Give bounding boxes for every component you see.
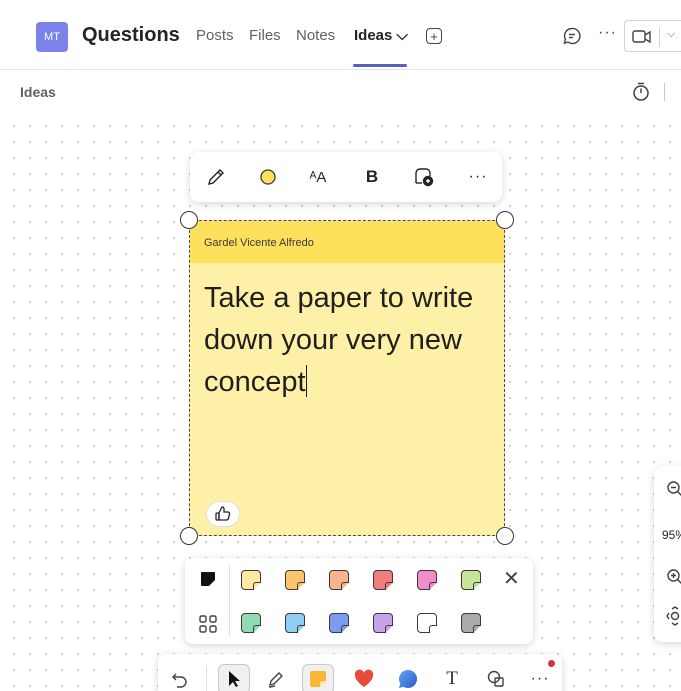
note-text-content[interactable]: Take a paper to write down your very new… <box>204 282 473 398</box>
zoom-controls: 95% <box>654 466 681 642</box>
sticky-note-black-icon[interactable] <box>199 570 217 593</box>
select-tool-button[interactable] <box>218 664 250 691</box>
channel-title: Questions <box>82 24 180 46</box>
resize-handle-top-right[interactable] <box>496 211 514 229</box>
fit-to-screen-icon[interactable] <box>666 606 681 631</box>
swatch-fold-corner <box>341 582 349 590</box>
active-tab-indicator <box>353 64 407 67</box>
text-caret <box>305 365 307 397</box>
swatch-fold-corner <box>473 582 481 590</box>
note-format-toolbar: ᴬA B ··· <box>190 152 502 202</box>
swatch-fold-corner <box>385 625 393 633</box>
shapes-icon[interactable] <box>480 664 512 691</box>
comment-bubble-icon[interactable] <box>392 664 424 691</box>
palette-divider <box>229 566 230 636</box>
notification-dot <box>548 660 555 667</box>
whiteboard-header: Ideas <box>0 70 681 114</box>
swatch-fold-corner <box>385 582 393 590</box>
note-color-palette: ✕ <box>185 558 533 644</box>
resize-handle-top-left[interactable] <box>180 211 198 229</box>
thumbs-up-icon <box>215 506 231 521</box>
swatch-fold-corner <box>253 582 261 590</box>
reactions-heart-icon[interactable] <box>348 664 380 691</box>
channel-avatar[interactable]: MT <box>36 22 68 52</box>
zoom-level: 95% <box>662 528 681 542</box>
add-tab-button[interactable]: + <box>426 28 442 44</box>
undo-icon[interactable] <box>164 664 196 691</box>
whiteboard-title: Ideas <box>20 84 56 100</box>
swatch-fold-corner <box>253 625 261 633</box>
bold-button[interactable]: B <box>360 166 384 188</box>
more-tools-button[interactable]: ··· <box>524 664 556 691</box>
pen-icon[interactable] <box>204 166 228 188</box>
sticky-note-tool-button[interactable] <box>302 664 334 691</box>
toolbar-divider <box>206 666 207 691</box>
text-tool-button[interactable]: T <box>436 664 468 691</box>
tab-notes[interactable]: Notes <box>296 27 335 44</box>
tab-ideas[interactable]: Ideas ⌵ <box>354 27 408 44</box>
add-reaction-icon[interactable] <box>412 166 436 188</box>
more-options-icon[interactable]: ··· <box>466 166 490 188</box>
video-camera-icon <box>632 30 651 44</box>
like-button[interactable] <box>206 501 240 527</box>
tab-posts[interactable]: Posts <box>196 27 234 44</box>
resize-handle-bottom-left[interactable] <box>180 527 198 545</box>
swatch-fold-corner <box>341 625 349 633</box>
sticky-note-icon <box>310 671 326 687</box>
swatch-fold-corner <box>429 582 437 590</box>
close-icon[interactable]: ✕ <box>503 569 520 589</box>
note-color-icon[interactable] <box>256 166 280 188</box>
sticky-note[interactable]: Gardel Vicente Alfredo Take a paper to w… <box>189 220 505 536</box>
chevron-down-icon[interactable]: ⌵ <box>667 28 675 41</box>
cursor-icon <box>229 671 240 687</box>
zoom-in-icon[interactable] <box>666 568 681 591</box>
more-options-icon[interactable]: ··· <box>598 24 617 42</box>
tab-files[interactable]: Files <box>249 27 281 44</box>
swatch-fold-corner <box>473 625 481 633</box>
note-text[interactable]: Take a paper to write down your very new… <box>204 277 494 403</box>
whiteboard-toolbar: T ··· <box>158 654 562 691</box>
app-header: MT Questions Posts Files Notes Ideas ⌵ +… <box>0 0 681 70</box>
swatch-fold-corner <box>297 582 305 590</box>
zoom-out-icon[interactable] <box>666 480 681 503</box>
chat-icon[interactable] <box>562 26 582 51</box>
timer-icon[interactable] <box>632 82 650 107</box>
resize-handle-bottom-right[interactable] <box>496 527 514 545</box>
note-header: Gardel Vicente Alfredo <box>190 221 504 263</box>
header-divider <box>664 83 665 101</box>
grid-view-icon[interactable] <box>198 614 218 639</box>
meet-button[interactable]: ⌵ <box>624 20 681 52</box>
swatch-fold-corner <box>429 625 437 633</box>
button-divider <box>659 27 660 47</box>
pen-tool-icon[interactable] <box>260 664 292 691</box>
swatch-fold-corner <box>297 625 305 633</box>
text-size-button[interactable]: ᴬA <box>306 166 330 188</box>
note-author: Gardel Vicente Alfredo <box>204 237 314 249</box>
